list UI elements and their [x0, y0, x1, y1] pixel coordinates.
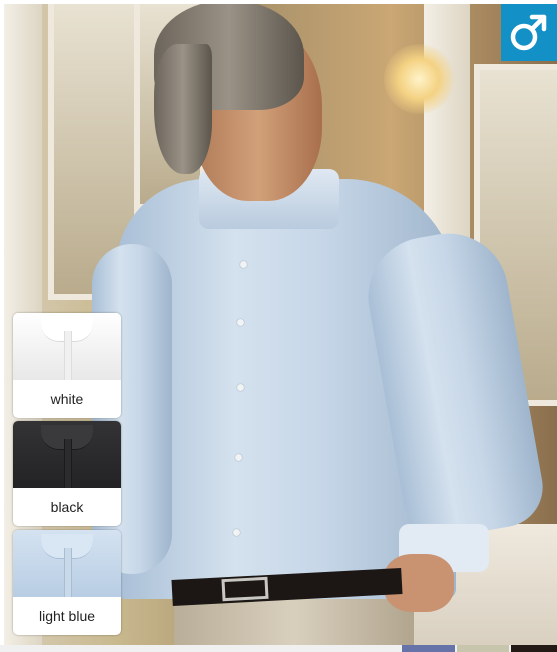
product-image-view: white black light blue — [0, 0, 557, 652]
swatch-black-label: black — [50, 499, 84, 515]
bottom-color-chip-3[interactable] — [511, 645, 557, 652]
swatch-black-thumbnail — [13, 421, 121, 488]
bottom-color-chip-2[interactable] — [457, 645, 509, 652]
swatch-black[interactable]: black — [13, 421, 121, 526]
gender-badge — [501, 4, 557, 61]
swatch-light-blue-label: light blue — [38, 608, 96, 624]
swatch-white-label: white — [50, 391, 84, 407]
swatch-light-blue-thumbnail — [13, 530, 121, 597]
male-symbol-icon — [510, 14, 547, 50]
swatch-white-thumbnail — [13, 313, 121, 380]
swatch-white[interactable]: white — [13, 313, 121, 418]
bottom-color-chip-1[interactable] — [402, 645, 455, 652]
swatch-light-blue[interactable]: light blue — [13, 530, 121, 635]
